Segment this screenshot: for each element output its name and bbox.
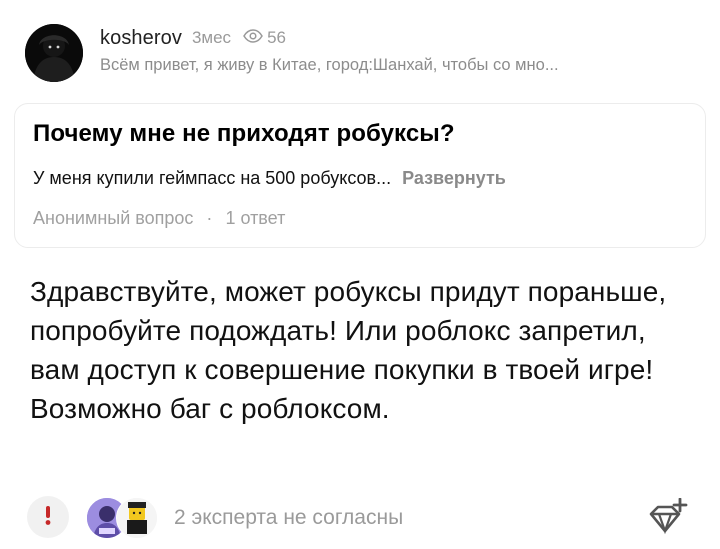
question-excerpt-text: У меня купили геймпасс на 500 робуксов..…: [33, 168, 392, 188]
question-meta: Анонимный вопрос · 1 ответ: [33, 208, 285, 229]
experts-disagree-label[interactable]: 2 эксперта не согласны: [174, 506, 403, 530]
question-card[interactable]: Почему мне не приходят робуксы? У меня к…: [14, 103, 706, 248]
exclamation-icon: [43, 504, 53, 531]
answers-count[interactable]: 1 ответ: [225, 208, 285, 228]
post-age: 3мес: [191, 28, 232, 47]
expand-link[interactable]: Развернуть: [402, 168, 506, 188]
question-excerpt: У меня купили геймпасс на 500 робуксов..…: [33, 168, 506, 189]
views-counter: 56: [243, 28, 286, 48]
eye-icon: [243, 28, 267, 48]
meta-separator: ·: [206, 208, 213, 228]
author-bio: Всём привет, я живу в Китае, город:Шанха…: [100, 56, 559, 74]
award-button[interactable]: [646, 497, 690, 538]
answer-text: Здравствуйте, может робуксы придут поран…: [30, 276, 667, 424]
author-row: kosherov 3мес 56: [100, 26, 286, 50]
expert-avatars[interactable]: [86, 497, 166, 539]
question-title[interactable]: Почему мне не приходят робуксы?: [33, 120, 455, 148]
question-author: Анонимный вопрос: [33, 208, 194, 228]
disagree-button[interactable]: [27, 496, 69, 538]
answer-card: kosherov 3мес 56 Всём привет, я живу в К…: [0, 0, 720, 549]
diamond-plus-icon: [646, 497, 690, 542]
author-name[interactable]: kosherov: [100, 27, 182, 50]
author-avatar[interactable]: [25, 24, 83, 82]
expert-avatar-2: [116, 497, 158, 539]
views-count: 56: [267, 28, 286, 47]
